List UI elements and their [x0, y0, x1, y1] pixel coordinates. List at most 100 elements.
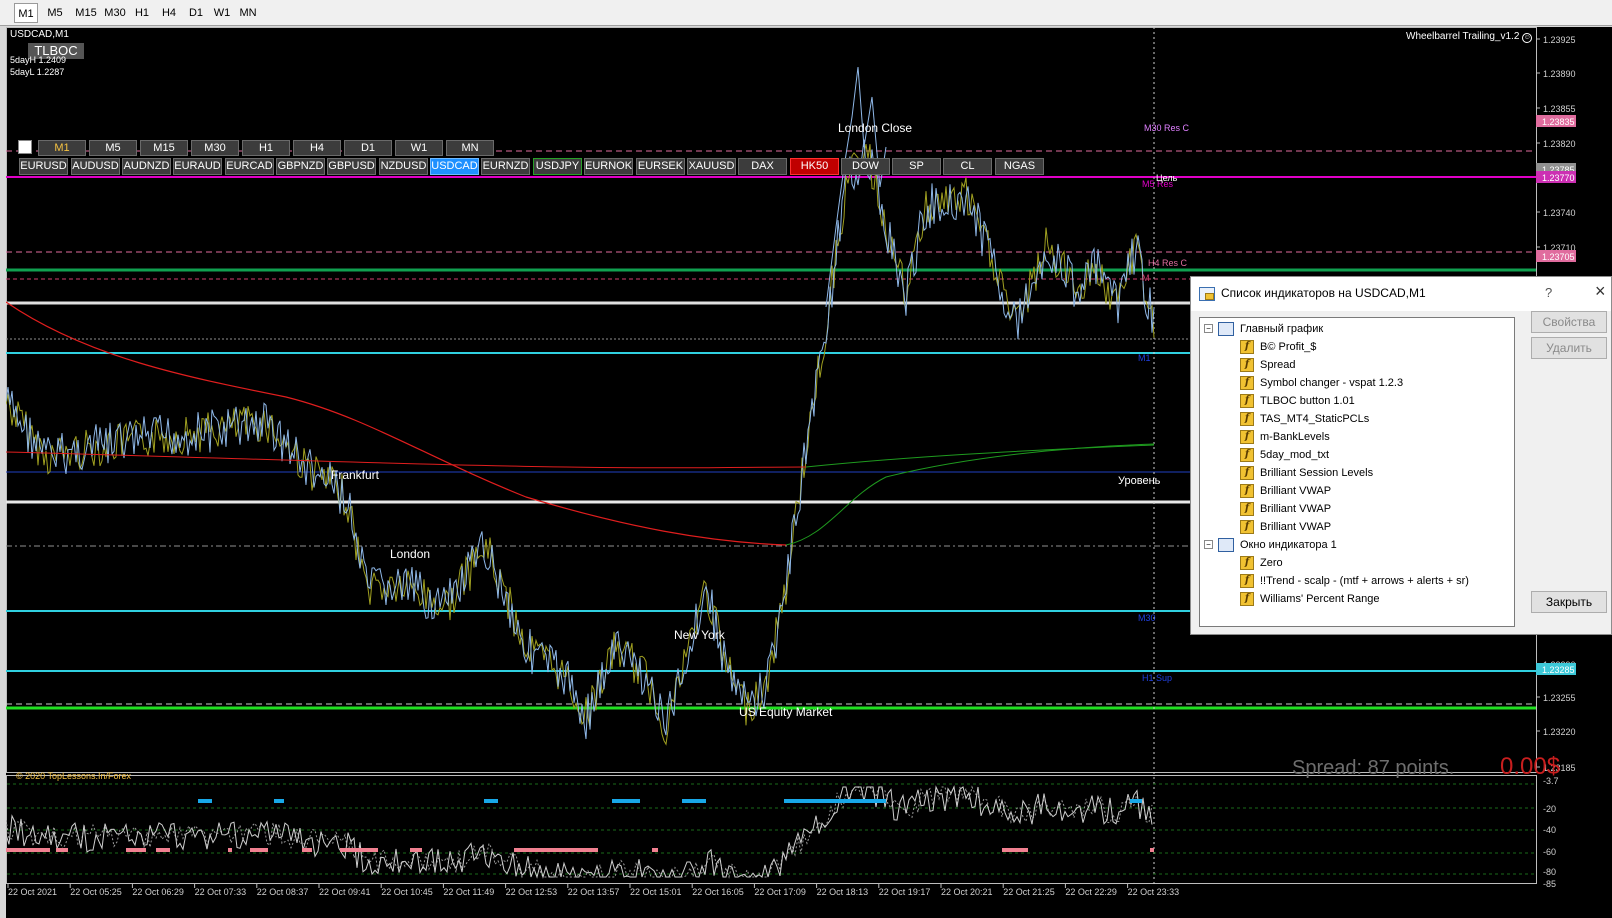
tree-indicator-item[interactable]: 5day_mod_txt [1260, 446, 1329, 464]
level-label-m30: M30 [1138, 613, 1156, 623]
price-series-bull [6, 139, 1155, 740]
symbol-button-gbpusd[interactable]: GBPUSD [327, 158, 376, 175]
ea-name: Wheelbarrel Trailing_v1.2 [1406, 31, 1520, 42]
tree-indicator-item[interactable]: TLBOC button 1.01 [1260, 392, 1355, 410]
symbol-button-xauusd[interactable]: XAUUSD [687, 158, 736, 175]
level-label-m30-res: M30 Res C [1144, 123, 1190, 133]
symbol-button-eurusd[interactable]: EURUSD [19, 158, 68, 175]
wpr-series [6, 785, 1153, 879]
chart-window-icon [1218, 322, 1234, 336]
timeframe-m1[interactable]: M1 [14, 3, 38, 23]
symbol-button-usdcad[interactable]: USDCAD [430, 158, 479, 175]
symbol-button-sp[interactable]: SP [892, 158, 941, 175]
tree-indicator-item[interactable]: Brilliant VWAP [1260, 500, 1331, 518]
tree-group-label[interactable]: Главный график [1240, 320, 1323, 338]
symbol-button-eurnzd[interactable]: EURNZD [481, 158, 530, 175]
collapse-toggle[interactable]: − [1204, 540, 1213, 549]
dialog-titlebar: Список индикаторов на USDCAD,M1 ? × [1191, 277, 1611, 311]
timeframe-m5[interactable]: M5 [43, 3, 67, 23]
panel-checkbox[interactable] [18, 140, 32, 154]
time-tick-label: 22 Oct 10:45 [381, 887, 433, 897]
price-tick-label: 1.23220 [1543, 727, 1576, 737]
collapse-toggle[interactable]: − [1204, 324, 1213, 333]
time-tick-label: 22 Oct 12:53 [506, 887, 558, 897]
delete-button[interactable]: Удалить [1531, 337, 1607, 359]
indicator-icon: f [1240, 592, 1254, 606]
time-tick-label: 22 Oct 13:57 [568, 887, 620, 897]
panel-tf-m30[interactable]: M30 [191, 140, 239, 156]
timeframe-d1[interactable]: D1 [184, 3, 208, 23]
timeframe-m30[interactable]: M30 [101, 3, 129, 23]
properties-button[interactable]: Свойства [1531, 311, 1607, 333]
panel-tf-m15[interactable]: M15 [140, 140, 188, 156]
tree-indicator-item[interactable]: B© Profit_$ [1260, 338, 1316, 356]
symbol-button-ngas[interactable]: NGAS [995, 158, 1044, 175]
time-tick-label: 22 Oct 21:25 [1003, 887, 1055, 897]
price-tick-label: 1.23890 [1543, 69, 1576, 79]
ea-label: Wheelbarrel Trailing_v1.2 ☺ [1406, 31, 1533, 43]
tree-group-label[interactable]: Окно индикатора 1 [1240, 536, 1337, 554]
symbol-button-dax[interactable]: DAX [738, 158, 787, 175]
indicator-list-dialog: Список индикаторов на USDCAD,M1 ? × − Гла… [1190, 276, 1612, 635]
price-tick-label: 1.23740 [1543, 208, 1576, 218]
tree-indicator-item[interactable]: Brilliant VWAP [1260, 482, 1331, 500]
tree-indicator-item[interactable]: TAS_MT4_StaticPCLs [1260, 410, 1369, 428]
sub-axis-label: -60 [1543, 847, 1556, 857]
tree-indicator-item[interactable]: Brilliant Session Levels [1260, 464, 1373, 482]
time-tick-label: 22 Oct 22:29 [1065, 887, 1117, 897]
timeframe-h1[interactable]: H1 [130, 3, 154, 23]
symbol-button-eursek[interactable]: EURSEK [636, 158, 685, 175]
green-moving-average [785, 443, 1155, 546]
indicator-icon: f [1240, 394, 1254, 408]
indicator-list-icon [1199, 287, 1215, 301]
panel-tf-w1[interactable]: W1 [395, 140, 443, 156]
symbol-button-cl[interactable]: CL [943, 158, 992, 175]
symbol-button-eurnok[interactable]: EURNOK [584, 158, 633, 175]
time-tick-label: 22 Oct 17:09 [754, 887, 806, 897]
session-us-equity: US Equity Market [739, 705, 833, 719]
time-tick-label: 22 Oct 07:33 [195, 887, 247, 897]
symbol-button-dow[interactable]: DOW [841, 158, 890, 175]
five-day-high: 5dayH 1.2409 [10, 55, 67, 65]
panel-tf-h1[interactable]: H1 [242, 140, 290, 156]
symbol-button-gbpnzd[interactable]: GBPNZD [276, 158, 325, 175]
symbol-button-eurcad[interactable]: EURCAD [225, 158, 274, 175]
symbol-button-hk50[interactable]: HK50 [790, 158, 839, 175]
price-tick-label: 1.23255 [1543, 693, 1576, 703]
timeframe-m15[interactable]: M15 [72, 3, 100, 23]
tree-indicator-item[interactable]: Symbol changer - vspat 1.2.3 [1260, 374, 1403, 392]
timeframe-mn[interactable]: MN [236, 3, 260, 23]
tree-indicator-item[interactable]: !!Trend - scalp - (mtf + arrows + alerts… [1260, 572, 1469, 590]
level-label-h4-res: H4 Res C [1148, 258, 1188, 268]
tree-indicator-item[interactable]: Williams' Percent Range [1260, 590, 1379, 608]
sub-axis-label: -80 [1543, 867, 1556, 877]
indicator-icon: f [1240, 484, 1254, 498]
timeframe-h4[interactable]: H4 [157, 3, 181, 23]
tree-indicator-item[interactable]: Zero [1260, 554, 1283, 572]
timeframe-w1[interactable]: W1 [210, 3, 234, 23]
panel-tf-m1[interactable]: M1 [38, 140, 86, 156]
symbol-button-nzdusd[interactable]: NZDUSD [379, 158, 428, 175]
indicator-tree[interactable]: − Главный график f B© Profit_$f Spread f Symbo… [1199, 317, 1515, 627]
level-label-target: Цель [1156, 173, 1178, 183]
tree-indicator-item[interactable]: m-BankLevels [1260, 428, 1330, 446]
symbol-button-audusd[interactable]: AUDUSD [71, 158, 120, 175]
tree-indicator-item[interactable]: Spread [1260, 356, 1295, 374]
close-button[interactable]: Закрыть [1531, 591, 1607, 613]
panel-tf-h4[interactable]: H4 [293, 140, 341, 156]
panel-tf-d1[interactable]: D1 [344, 140, 392, 156]
symbol-button-euraud[interactable]: EURAUD [173, 158, 222, 175]
smiley-icon: ☺ [1522, 33, 1533, 43]
help-icon[interactable]: ? [1545, 285, 1552, 300]
tree-indicator-item[interactable]: Brilliant VWAP [1260, 518, 1331, 536]
sub-axis-label: -20 [1543, 804, 1556, 814]
indicator-icon: f [1240, 574, 1254, 588]
session-london-close: London Close [838, 121, 912, 135]
panel-tf-mn[interactable]: MN [446, 140, 494, 156]
close-icon[interactable]: × [1595, 281, 1606, 302]
price-tick-label: 1.23820 [1543, 139, 1576, 149]
symbol-button-usdjpy[interactable]: USDJPY [533, 158, 582, 175]
price-tag-label: 1.23285 [1542, 665, 1575, 675]
symbol-button-audnzd[interactable]: AUDNZD [122, 158, 171, 175]
panel-tf-m5[interactable]: M5 [89, 140, 137, 156]
